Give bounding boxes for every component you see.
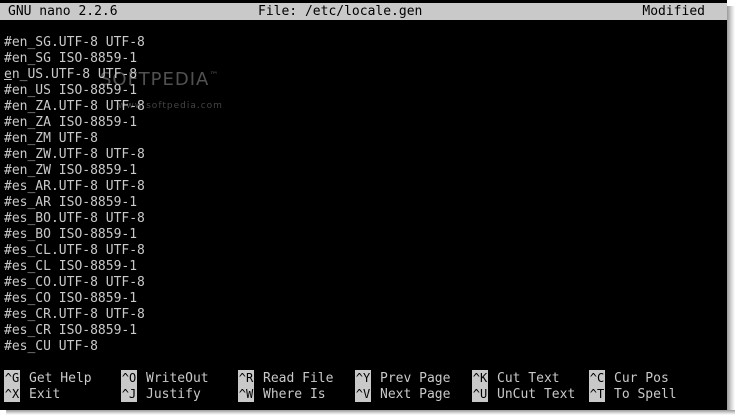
shortcut-bar: ^G Get Help ^O WriteOut ^R Read File ^Y Prev… bbox=[0, 370, 727, 404]
shortcut-label: WriteOut bbox=[146, 371, 209, 386]
shortcut-label: Cur Pos bbox=[614, 371, 669, 386]
shortcut-key: ^C bbox=[589, 370, 605, 386]
nano-titlebar: GNU nano 2.2.6 File: /etc/locale.gen Mod… bbox=[0, 3, 727, 20]
text-line[interactable]: #en_ZM UTF-8 bbox=[4, 131, 145, 147]
text-line[interactable]: #es_CO.UTF-8 UTF-8 bbox=[4, 275, 145, 291]
shortcut-key: ^K bbox=[472, 370, 488, 386]
shortcut-label: Justify bbox=[146, 387, 201, 402]
text-line[interactable]: #es_CU UTF-8 bbox=[4, 339, 145, 355]
shortcut-where-is[interactable]: ^W Where Is bbox=[238, 386, 326, 402]
text-line[interactable]: #es_CO ISO-8859-1 bbox=[4, 291, 145, 307]
shortcut-read-file[interactable]: ^R Read File bbox=[238, 370, 333, 386]
text-line[interactable]: #en_ZA ISO-8859-1 bbox=[4, 115, 145, 131]
shortcut-label: To Spell bbox=[614, 387, 677, 402]
text-line[interactable]: #es_BO.UTF-8 UTF-8 bbox=[4, 211, 145, 227]
text-line-cursor[interactable]: en_US.UTF-8 UTF-8 bbox=[4, 67, 145, 83]
shortcut-prev-page[interactable]: ^Y Prev Page bbox=[355, 370, 450, 386]
shortcut-key: ^J bbox=[121, 386, 137, 402]
text-line[interactable]: #en_ZW.UTF-8 UTF-8 bbox=[4, 147, 145, 163]
shortcut-label: Next Page bbox=[380, 387, 451, 402]
shortcut-label: Get Help bbox=[29, 371, 92, 386]
text-line[interactable]: #es_CR.UTF-8 UTF-8 bbox=[4, 307, 145, 323]
shortcut-key: ^G bbox=[4, 370, 20, 386]
modified-status: Modified bbox=[642, 4, 705, 19]
terminal-window: GNU nano 2.2.6 File: /etc/locale.gen Mod… bbox=[0, 0, 727, 410]
shortcut-label: UnCut Text bbox=[497, 387, 576, 402]
trademark-mark: ™ bbox=[209, 71, 220, 81]
text-line[interactable]: #es_AR ISO-8859-1 bbox=[4, 195, 145, 211]
app-version: GNU nano 2.2.6 bbox=[8, 4, 118, 19]
shortcut-writeout[interactable]: ^O WriteOut bbox=[121, 370, 209, 386]
text-line[interactable]: #en_ZW ISO-8859-1 bbox=[4, 163, 145, 179]
shortcut-get-help[interactable]: ^G Get Help bbox=[4, 370, 92, 386]
shortcut-key: ^X bbox=[4, 386, 20, 402]
shortcut-next-page[interactable]: ^V Next Page bbox=[355, 386, 450, 402]
shortcut-label: Cut Text bbox=[497, 371, 560, 386]
editor-text-area[interactable]: #en_SG.UTF-8 UTF-8 #en_SG ISO-8859-1 en_… bbox=[4, 35, 145, 355]
shortcut-uncut-text[interactable]: ^U UnCut Text bbox=[472, 386, 575, 402]
text-line[interactable]: #es_CR ISO-8859-1 bbox=[4, 323, 145, 339]
window-shadow-bottom bbox=[6, 410, 735, 415]
text-line-rest: n_US.UTF-8 UTF-8 bbox=[11, 67, 138, 82]
shortcut-label: Read File bbox=[263, 371, 334, 386]
shortcut-key: ^W bbox=[238, 386, 254, 402]
shortcut-key: ^R bbox=[238, 370, 254, 386]
shortcut-key: ^U bbox=[472, 386, 488, 402]
shortcut-exit[interactable]: ^X Exit bbox=[4, 386, 60, 402]
shortcut-key: ^V bbox=[355, 386, 371, 402]
text-line[interactable]: #es_BO ISO-8859-1 bbox=[4, 227, 145, 243]
shortcut-cur-pos[interactable]: ^C Cur Pos bbox=[589, 370, 669, 386]
shortcut-justify[interactable]: ^J Justify bbox=[121, 386, 201, 402]
text-line[interactable]: #en_ZA.UTF-8 UTF-8 bbox=[4, 99, 145, 115]
shortcut-key: ^O bbox=[121, 370, 137, 386]
shortcut-key: ^T bbox=[589, 386, 605, 402]
file-path: File: /etc/locale.gen bbox=[258, 4, 423, 19]
window-shadow-right bbox=[727, 6, 735, 415]
text-line[interactable]: #es_AR.UTF-8 UTF-8 bbox=[4, 179, 145, 195]
shortcut-key: ^Y bbox=[355, 370, 371, 386]
shortcut-label: Prev Page bbox=[380, 371, 451, 386]
text-line[interactable]: #en_SG.UTF-8 UTF-8 bbox=[4, 35, 145, 51]
text-line[interactable]: #es_CL.UTF-8 UTF-8 bbox=[4, 243, 145, 259]
text-line[interactable]: #en_SG ISO-8859-1 bbox=[4, 51, 145, 67]
shortcut-cut-text[interactable]: ^K Cut Text bbox=[472, 370, 560, 386]
text-line[interactable]: #es_CL ISO-8859-1 bbox=[4, 259, 145, 275]
text-cursor: e bbox=[4, 67, 12, 82]
shortcut-to-spell[interactable]: ^T To Spell bbox=[589, 386, 677, 402]
shortcut-label: Exit bbox=[29, 387, 61, 402]
shortcut-label: Where Is bbox=[263, 387, 326, 402]
text-line[interactable]: #en_US ISO-8859-1 bbox=[4, 83, 145, 99]
